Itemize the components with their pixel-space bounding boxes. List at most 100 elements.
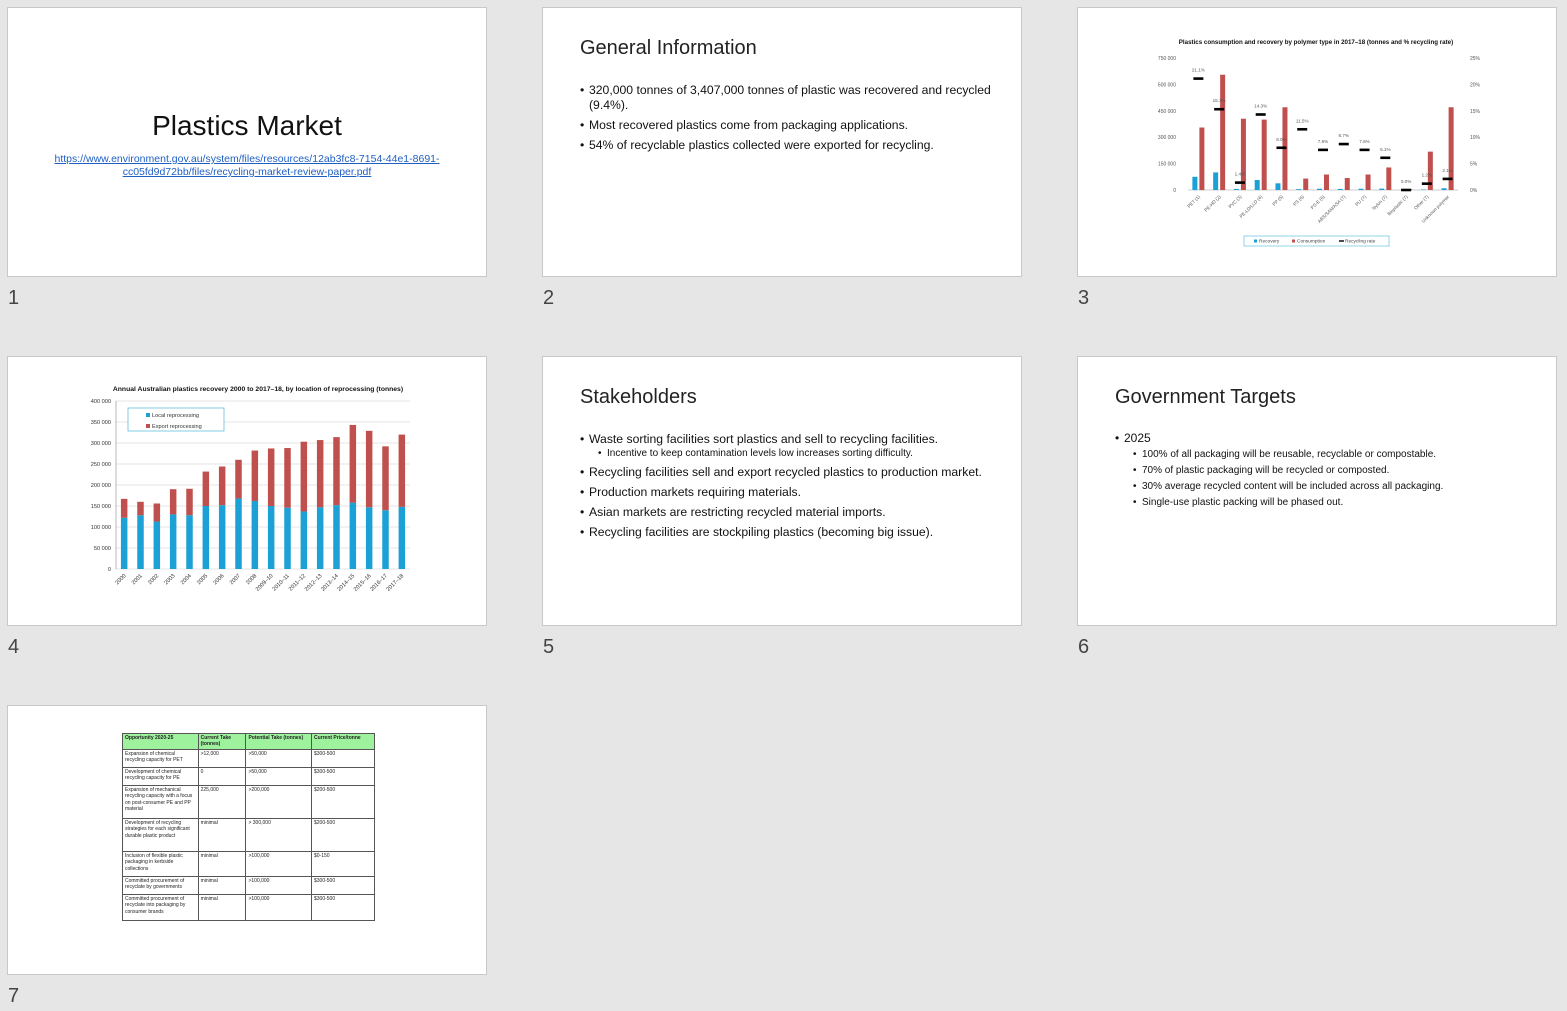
y-tick-label: 50 000	[94, 546, 111, 552]
table-header-cell: Current Price/tonne	[310, 733, 376, 750]
slide-thumbnail-4[interactable]: Annual Australian plastics recovery 2000…	[7, 356, 487, 626]
bullet-list: Waste sorting facilities sort plastics a…	[580, 432, 991, 545]
export-reprocessing-bar	[349, 424, 357, 503]
y-tick-label: 450 000	[1158, 109, 1176, 115]
legend-swatch	[1254, 239, 1257, 243]
table-cell: Development of recycling strategies for …	[122, 817, 199, 852]
slide-thumbnail-2[interactable]: General Information 320,000 tonnes of 3,…	[542, 7, 1022, 277]
slide-title: Government Targets	[1115, 386, 1296, 408]
table-cell: minimal	[197, 850, 247, 877]
local-reprocessing-bar	[153, 521, 161, 569]
recycling-rate-marker	[1214, 107, 1225, 111]
legend-swatch	[1339, 240, 1344, 242]
table-cell: Expansion of mechanical recycling capaci…	[122, 784, 199, 819]
consumption-bar	[1365, 174, 1371, 190]
x-tick-label: 2002	[147, 573, 160, 586]
rate-label: 7.6%	[1359, 139, 1369, 144]
recovery-bar	[1317, 188, 1322, 190]
rate-label: 14.3%	[1254, 103, 1267, 108]
x-tick-label: 2004	[180, 573, 193, 586]
recovery-bar	[1337, 188, 1343, 190]
x-tick-label: 2007	[229, 573, 242, 586]
x-tick-label: PS (6)	[1292, 194, 1305, 207]
chart-title: Annual Australian plastics recovery 2000…	[113, 386, 403, 393]
local-reprocessing-bar	[333, 505, 340, 569]
export-reprocessing-bar	[365, 430, 373, 508]
recovery-bar	[1358, 188, 1364, 190]
y2-tick-label: 10%	[1470, 135, 1481, 141]
x-tick-label: Other (7)	[1413, 194, 1430, 211]
legend-swatch	[146, 424, 150, 428]
slide-number: 7	[8, 985, 20, 1007]
y-tick-label: 300 000	[91, 441, 111, 447]
table-cell: >12,000	[197, 748, 247, 768]
recovery-bar	[1254, 179, 1260, 190]
local-reprocessing-bar	[137, 515, 144, 569]
table-cell: Inclusion of flexible plastic packaging …	[122, 850, 199, 877]
x-tick-label: 2006	[213, 573, 226, 586]
table-cell: Committed procurement of recyclate by go…	[122, 875, 199, 895]
slide-thumbnail-1[interactable]: Plastics Market https://www.environment.…	[7, 7, 487, 277]
table-cell: >50,000	[245, 766, 312, 786]
export-reprocessing-bar	[316, 440, 324, 508]
legend-label: Recycling rate	[1345, 239, 1376, 245]
local-reprocessing-bar	[398, 506, 406, 569]
y-tick-label: 150 000	[1158, 162, 1176, 168]
table-row: Expansion of mechanical recycling capaci…	[122, 784, 376, 819]
y-tick-label: 250 000	[91, 462, 111, 468]
rate-label: 8.7%	[1339, 133, 1349, 138]
recycling-rate-marker	[1193, 77, 1204, 80]
table-cell: 0	[197, 766, 247, 786]
table-row: Inclusion of flexible plastic packaging …	[122, 850, 376, 877]
x-tick-label: 2008	[245, 573, 258, 586]
recycling-rate-marker	[1276, 146, 1287, 150]
table-cell: >200,000	[245, 784, 312, 819]
sub-bullet-item: 100% of all packaging will be reusable, …	[1133, 448, 1526, 461]
y2-tick-label: 0%	[1470, 188, 1478, 194]
export-reprocessing-bar	[120, 498, 128, 518]
recovery-bar	[1275, 183, 1281, 190]
recycling-rate-marker	[1442, 177, 1453, 181]
local-reprocessing-bar	[218, 505, 226, 569]
export-reprocessing-bar	[267, 448, 275, 506]
table-cell: $300-500	[310, 748, 376, 768]
table-cell: 225,000	[197, 784, 247, 819]
export-reprocessing-bar	[398, 434, 406, 507]
bullet-item: 320,000 tonnes of 3,407,000 tonnes of pl…	[580, 83, 991, 113]
annual-recovery-chart: Annual Australian plastics recovery 2000…	[91, 386, 410, 593]
local-reprocessing-bar	[120, 517, 128, 569]
x-tick-label: PP (5)	[1271, 194, 1284, 207]
slide-thumbnail-5[interactable]: Stakeholders Waste sorting facilities so…	[542, 356, 1022, 626]
y2-tick-label: 25%	[1470, 56, 1481, 62]
local-reprocessing-bar	[169, 514, 177, 569]
table-cell: minimal	[197, 875, 247, 895]
x-tick-label: 2003	[164, 573, 177, 586]
bullet-list: 2025 100% of all packaging will be reusa…	[1115, 432, 1526, 512]
sub-bullet-item: Single-use plastic packing will be phase…	[1133, 496, 1526, 509]
legend-label: Local reprocessing	[152, 413, 199, 419]
rate-label: 11.5%	[1296, 118, 1309, 123]
recovery-bar	[1441, 188, 1447, 190]
slide-thumbnail-6[interactable]: Government Targets 2025 100% of all pack…	[1077, 356, 1557, 626]
recycling-rate-marker	[1380, 156, 1391, 160]
recycling-rate-marker	[1401, 188, 1412, 192]
export-reprocessing-bar	[169, 489, 177, 515]
legend-label: Consumption	[1297, 239, 1326, 245]
table-header-cell: Current Take (tonnes)	[197, 733, 247, 750]
slide-thumbnail-3[interactable]: Plastics consumption and recovery by pol…	[1077, 7, 1557, 277]
reference-link[interactable]: https://www.environment.gov.au/system/fi…	[48, 153, 446, 179]
table-cell: minimal	[197, 893, 247, 921]
x-tick-label: PVC (3)	[1228, 194, 1243, 209]
sub-bullet-item: Incentive to keep contamination levels l…	[598, 448, 991, 460]
rate-label: 15.3%	[1213, 98, 1226, 103]
table-cell: $0-150	[310, 850, 376, 877]
y-tick-label: 300 000	[1158, 135, 1176, 141]
rate-label: 0.0%	[1401, 179, 1411, 184]
table-cell: $300-500	[310, 875, 376, 895]
y-tick-label: 750 000	[1158, 56, 1176, 62]
local-reprocessing-bar	[300, 511, 308, 569]
slide-thumbnail-7[interactable]: Opportunity 2020-25 Current Take (tonnes)…	[7, 705, 487, 975]
local-reprocessing-bar	[251, 500, 259, 569]
table-cell: Committed procurement of recyclate into …	[122, 893, 199, 921]
table-cell: > 300,000	[245, 817, 312, 852]
